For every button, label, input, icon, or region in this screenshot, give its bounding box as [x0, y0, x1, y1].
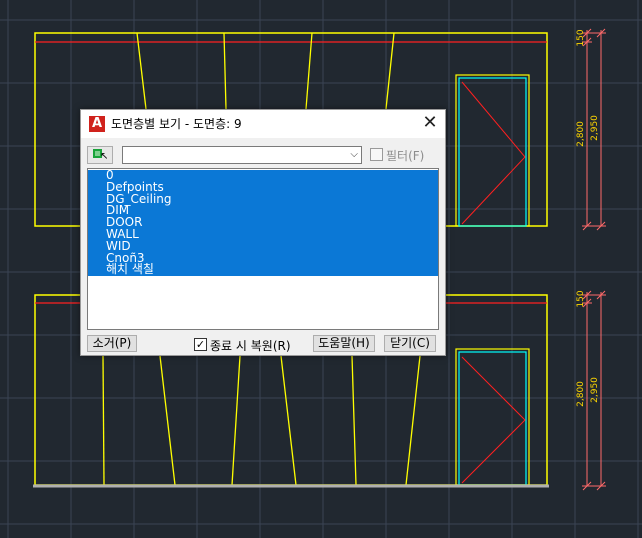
dim-text-2950-top: 2,950	[590, 115, 600, 141]
door-frame-outer-bottom	[455, 348, 530, 486]
door-frame-outer-top	[455, 74, 530, 227]
dialog-title: 도면층별 보기 - 도면층: 9	[111, 117, 242, 131]
panel-line	[231, 355, 241, 486]
door-swing-top	[461, 81, 526, 225]
panel-line	[385, 32, 395, 110]
layer-list[interactable]: 0 Defpoints DG_Ceiling DIM DOOR WALL WID…	[87, 168, 439, 330]
purge-button[interactable]: 소거(P)	[87, 335, 137, 352]
list-item[interactable]: DG_Ceiling	[88, 193, 438, 206]
cursor-icon: ↖	[100, 151, 109, 162]
panel-line	[136, 32, 147, 110]
dim-text-150-top: 150	[576, 29, 586, 46]
dim-text-150-bottom: 150	[576, 290, 586, 307]
filter-label: 필터(F)	[386, 149, 425, 163]
panel-line	[351, 355, 357, 486]
dim-text-2950-bottom: 2,950	[590, 377, 600, 403]
filter-combobox[interactable]: ⌵	[122, 146, 362, 164]
panel-line	[159, 355, 176, 486]
panel-line	[305, 32, 313, 110]
close-button[interactable]: 닫기(C)	[384, 335, 436, 352]
help-button[interactable]: 도움말(H)	[313, 335, 375, 352]
close-icon[interactable]: ✕	[415, 110, 445, 138]
dialog-title-bar[interactable]: A 도면층별 보기 - 도면층: 9 ✕	[81, 110, 445, 138]
panel-line	[223, 32, 227, 110]
filter-checkbox[interactable]	[370, 148, 383, 161]
dim-text-2800-bottom: 2,800	[576, 381, 586, 407]
select-objects-button[interactable]: ↖	[87, 146, 113, 164]
dim-text-2800-top: 2,800	[576, 121, 586, 147]
door-frame-inner-top	[458, 77, 527, 227]
restore-on-exit-label: 종료 시 복원(R)	[210, 339, 291, 353]
door-swing-bottom	[461, 356, 526, 484]
autocad-app-icon: A	[89, 116, 105, 132]
list-item[interactable]: DOOR	[88, 216, 438, 229]
chevron-down-icon[interactable]: ⌵	[350, 147, 358, 163]
panel-line	[405, 355, 421, 486]
list-item[interactable]: 해치 색칠	[88, 263, 438, 277]
panel-line	[102, 355, 105, 486]
door-frame-inner-bottom	[458, 351, 527, 486]
list-item[interactable]: WALL	[88, 228, 438, 241]
layer-walk-dialog: A 도면층별 보기 - 도면층: 9 ✕ ↖ ⌵ 필터(F) 0 Defpoin…	[80, 109, 446, 356]
restore-on-exit-checkbox[interactable]: ✓	[194, 338, 207, 351]
panel-line	[280, 355, 297, 486]
